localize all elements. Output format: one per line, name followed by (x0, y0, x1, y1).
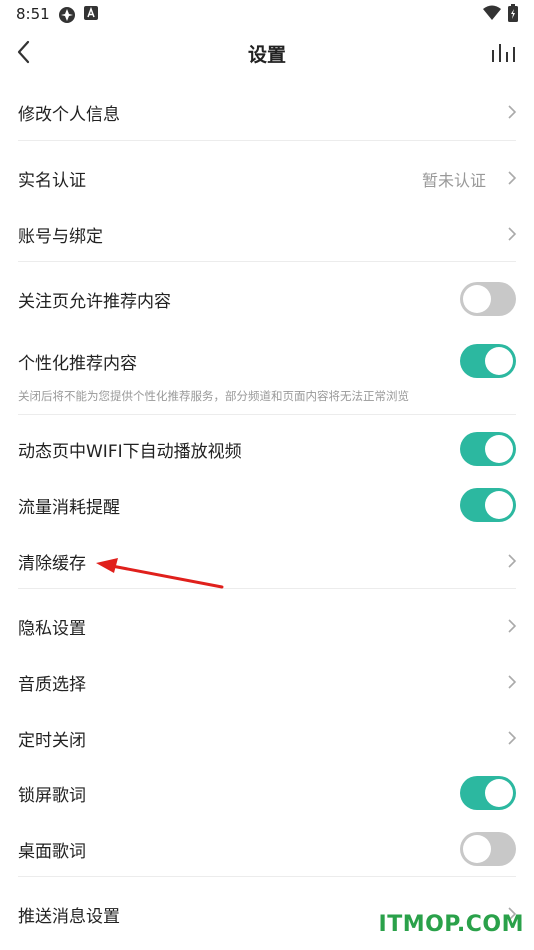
row-label: 隐私设置 (18, 619, 86, 639)
chevron-right-icon (508, 619, 517, 633)
follow-recommend-toggle[interactable] (460, 282, 516, 316)
row-label: 桌面歌词 (18, 842, 86, 862)
personalized-toggle[interactable] (460, 344, 516, 378)
annotation-arrow-icon (96, 558, 224, 589)
wifi-autoplay-toggle[interactable] (460, 432, 516, 466)
row-label: 账号与绑定 (18, 227, 103, 247)
settings-list: 修改个人信息 实名认证 暂未认证 账号与绑定 关注页允许推荐内容 个性化推荐内容… (0, 0, 534, 950)
row-label: 流量消耗提醒 (18, 498, 120, 518)
row-account-binding[interactable]: 账号与绑定 (0, 212, 534, 256)
chevron-right-icon (508, 171, 517, 185)
row-clear-cache[interactable]: 清除缓存 (0, 539, 534, 583)
row-label: 实名认证 (18, 171, 86, 191)
row-label: 动态页中WIFI下自动播放视频 (18, 442, 242, 462)
verification-status: 暂未认证 (421, 171, 486, 190)
row-desktop-lyrics: 桌面歌词 (0, 827, 534, 871)
row-label: 音质选择 (18, 675, 86, 695)
personalized-hint: 关闭后将不能为您提供个性化推荐服务，部分频道和页面内容将无法正常浏览 (18, 389, 409, 403)
toggle-knob (463, 285, 491, 313)
row-data-reminder: 流量消耗提醒 (0, 483, 534, 527)
row-timer-close[interactable]: 定时关闭 (0, 716, 534, 760)
watermark: ITMOP.COM (378, 912, 524, 937)
toggle-knob (485, 435, 513, 463)
chevron-right-icon (508, 731, 517, 745)
chevron-right-icon (508, 675, 517, 689)
divider (18, 876, 516, 877)
row-privacy[interactable]: 隐私设置 (0, 604, 534, 648)
row-label: 关注页允许推荐内容 (18, 292, 171, 312)
data-reminder-toggle[interactable] (460, 488, 516, 522)
row-audio-quality[interactable]: 音质选择 (0, 660, 534, 704)
desktop-lyrics-toggle[interactable] (460, 832, 516, 866)
divider (18, 414, 516, 415)
row-label: 锁屏歌词 (18, 786, 86, 806)
row-lock-lyrics: 锁屏歌词 (0, 771, 534, 815)
row-follow-recommend: 关注页允许推荐内容 (0, 277, 534, 321)
lock-lyrics-toggle[interactable] (460, 776, 516, 810)
divider (18, 140, 516, 141)
toggle-knob (485, 347, 513, 375)
row-edit-profile[interactable]: 修改个人信息 (0, 90, 534, 134)
row-label: 修改个人信息 (18, 105, 120, 125)
row-personalized: 个性化推荐内容 (0, 339, 534, 383)
row-label: 个性化推荐内容 (18, 354, 137, 374)
toggle-knob (485, 491, 513, 519)
toggle-knob (485, 779, 513, 807)
chevron-right-icon (508, 105, 517, 119)
toggle-knob (463, 835, 491, 863)
chevron-right-icon (508, 227, 517, 241)
divider (18, 261, 516, 262)
row-real-name[interactable]: 实名认证 暂未认证 (0, 156, 534, 200)
row-label: 定时关闭 (18, 731, 86, 751)
row-label: 推送消息设置 (18, 907, 120, 927)
chevron-right-icon (508, 554, 517, 568)
row-label: 清除缓存 (18, 554, 86, 574)
row-wifi-autoplay: 动态页中WIFI下自动播放视频 (0, 427, 534, 471)
